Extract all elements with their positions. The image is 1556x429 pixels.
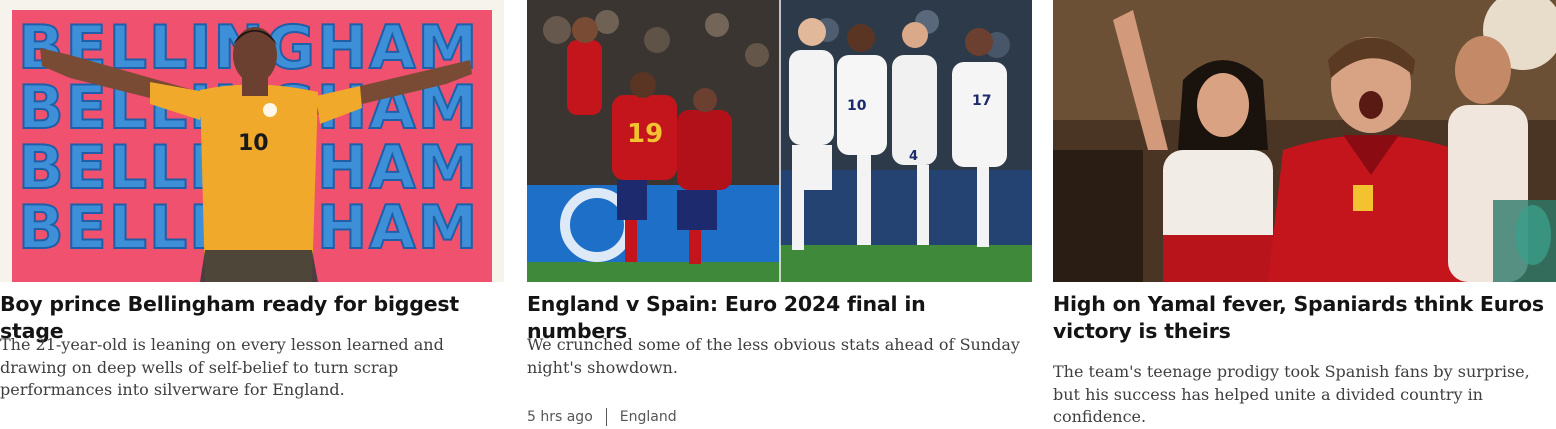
article-card-final-numbers[interactable]: 19 10 4 17 England v Spain: Euro 2024 fi… [527,0,1032,427]
article-card-yamal-fever[interactable]: High on Yamal fever, Spaniards think Eur… [1053,0,1556,427]
spain-fans-photo-svg [1053,0,1556,282]
article-summary: We crunched some of the less obvious sta… [527,335,1020,377]
england-shirt-number: 4 [909,149,918,164]
bellingham-artwork-svg: BELLINGHAM BELLINGHAM BELLINGHAM BELLING… [0,0,504,282]
published-time: 5 hrs ago [527,409,593,425]
article-summary: The team's teenage prodigy took Spanish … [1053,362,1530,426]
england-shirt-number: 10 [847,98,867,114]
article-card-bellingham[interactable]: BELLINGHAM BELLINGHAM BELLINGHAM BELLING… [0,0,504,427]
topic-link-england[interactable]: England [620,409,677,425]
bellingham-artwork-image[interactable]: BELLINGHAM BELLINGHAM BELLINGHAM BELLING… [0,0,504,282]
england-spain-photo[interactable]: 19 10 4 17 [527,0,1032,282]
shirt-number: 10 [238,131,269,156]
england-spain-photo-svg: 19 10 4 17 [527,0,1032,282]
article-meta: 5 hrs ago England [527,407,677,427]
spain-fans-photo[interactable] [1053,0,1556,282]
article-headline[interactable]: High on Yamal fever, Spaniards think Eur… [1053,291,1556,345]
spain-shirt-number: 19 [627,119,663,149]
article-summary: The 21-year-old is leaning on every less… [0,335,444,399]
england-shirt-number: 17 [972,93,991,109]
meta-divider [605,408,607,426]
